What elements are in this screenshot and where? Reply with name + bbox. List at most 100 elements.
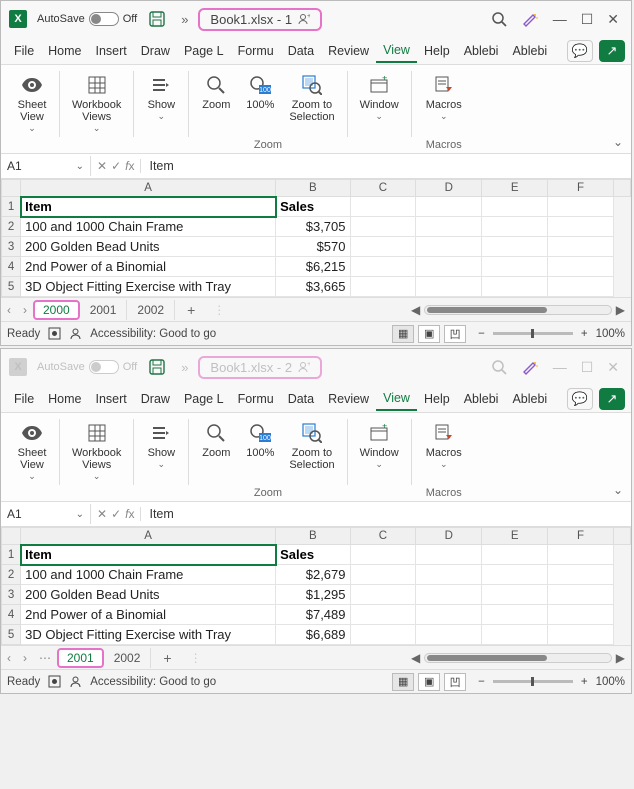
toggle-icon[interactable]: [89, 12, 119, 26]
menu-ablebi[interactable]: Ablebi: [457, 40, 506, 62]
select-all[interactable]: [2, 528, 21, 545]
scroll-left-icon[interactable]: ◀: [411, 303, 420, 317]
select-all[interactable]: [2, 180, 21, 197]
copilot-icon[interactable]: [521, 10, 539, 28]
cell-C2[interactable]: [350, 217, 416, 237]
accessibility-icon[interactable]: [69, 327, 82, 340]
sheet-view-button[interactable]: SheetView⌄: [13, 419, 51, 484]
col-header-C[interactable]: C: [350, 528, 416, 545]
fx-function-icon[interactable]: fx: [125, 507, 134, 521]
view-page-break-icon[interactable]: 凹: [444, 325, 466, 343]
row-header-4[interactable]: 4: [2, 257, 21, 277]
zoom-out-icon[interactable]: −: [474, 676, 489, 688]
menu-view[interactable]: View: [376, 387, 417, 411]
view-page-layout-icon[interactable]: ▣: [418, 673, 440, 691]
fx-accept-icon[interactable]: ✓: [111, 159, 121, 173]
zoom-percent[interactable]: 100%: [596, 328, 625, 340]
menu-file[interactable]: File: [7, 40, 41, 62]
menu-formu[interactable]: Formu: [231, 40, 281, 62]
window-button[interactable]: +Window⌄: [356, 71, 403, 124]
cell-F1[interactable]: [548, 197, 614, 217]
copilot-icon[interactable]: [521, 358, 539, 376]
workbook-views-button[interactable]: WorkbookViews⌄: [68, 419, 125, 484]
share-button[interactable]: ↗: [599, 40, 625, 62]
cell-A4[interactable]: 2nd Power of a Binomial: [21, 605, 276, 625]
row-header-2[interactable]: 2: [2, 217, 21, 237]
search-icon[interactable]: [492, 360, 507, 375]
col-header-E[interactable]: E: [482, 180, 548, 197]
col-header-F[interactable]: F: [548, 180, 614, 197]
row-header-3[interactable]: 3: [2, 237, 21, 257]
cell-D5[interactable]: [416, 625, 482, 645]
name-box[interactable]: A1⌄: [1, 156, 91, 176]
cell-B3[interactable]: $570: [276, 237, 350, 257]
macros-button[interactable]: Macros⌄: [422, 71, 466, 124]
macro-record-icon[interactable]: [48, 675, 61, 688]
formula-bar[interactable]: Item: [141, 504, 631, 524]
maximize-icon[interactable]: ☐: [581, 11, 594, 28]
collapse-ribbon-icon[interactable]: ⌄: [613, 483, 623, 497]
cell-D3[interactable]: [416, 585, 482, 605]
macros-button[interactable]: Macros⌄: [422, 419, 466, 472]
tab-nav-next-icon[interactable]: ›: [17, 303, 33, 317]
cell-A3[interactable]: 200 Golden Bead Units: [21, 585, 276, 605]
close-icon[interactable]: ✕: [607, 11, 619, 28]
cell-A3[interactable]: 200 Golden Bead Units: [21, 237, 276, 257]
row-header-2[interactable]: 2: [2, 565, 21, 585]
col-header-C[interactable]: C: [350, 180, 416, 197]
cell-D2[interactable]: [416, 565, 482, 585]
cell-E4[interactable]: [482, 257, 548, 277]
col-header-E[interactable]: E: [482, 528, 548, 545]
row-header-5[interactable]: 5: [2, 625, 21, 645]
cell-E2[interactable]: [482, 217, 548, 237]
horizontal-scrollbar[interactable]: ◀ ▶: [411, 303, 631, 317]
formula-bar[interactable]: Item: [141, 156, 631, 176]
cell-C1[interactable]: [350, 545, 416, 565]
sheet-tab-2000[interactable]: 2000: [33, 300, 80, 320]
cell-A2[interactable]: 100 and 1000 Chain Frame: [21, 565, 276, 585]
cell-E1[interactable]: [482, 197, 548, 217]
scroll-right-icon[interactable]: ▶: [616, 651, 625, 665]
zoom-in-icon[interactable]: +: [577, 676, 592, 688]
col-header-D[interactable]: D: [416, 528, 482, 545]
comments-button[interactable]: 💬: [567, 388, 593, 410]
view-page-break-icon[interactable]: 凹: [444, 673, 466, 691]
cell-D2[interactable]: [416, 217, 482, 237]
worksheet-grid[interactable]: ABCDEF 1 Item Sales 2 100 and 1000 Chain…: [1, 179, 631, 297]
cell-E5[interactable]: [482, 277, 548, 297]
cell-D4[interactable]: [416, 605, 482, 625]
scroll-right-icon[interactable]: ▶: [616, 303, 625, 317]
close-icon[interactable]: ✕: [607, 359, 619, 376]
cell-D3[interactable]: [416, 237, 482, 257]
show-button[interactable]: Show⌄: [142, 71, 180, 124]
save-icon[interactable]: [143, 7, 171, 31]
qat-overflow-icon[interactable]: »: [177, 12, 192, 27]
menu-data[interactable]: Data: [281, 388, 321, 410]
zoom-to-selection-button[interactable]: Zoom toSelection: [285, 71, 338, 125]
share-button[interactable]: ↗: [599, 388, 625, 410]
menu-page l[interactable]: Page L: [177, 388, 231, 410]
row-header-4[interactable]: 4: [2, 605, 21, 625]
new-sheet-icon[interactable]: +: [175, 302, 207, 318]
workbook-views-button[interactable]: WorkbookViews⌄: [68, 71, 125, 136]
zoom-slider[interactable]: − + 100%: [474, 328, 625, 340]
cell-C5[interactable]: [350, 277, 416, 297]
tab-nav-prev-icon[interactable]: ‹: [1, 303, 17, 317]
menu-view[interactable]: View: [376, 39, 417, 63]
cell-A1[interactable]: Item: [21, 545, 276, 565]
menu-data[interactable]: Data: [281, 40, 321, 62]
worksheet-grid[interactable]: ABCDEF 1 Item Sales 2 100 and 1000 Chain…: [1, 527, 631, 645]
sheet-tab-2001[interactable]: 2001: [57, 648, 104, 668]
cell-C4[interactable]: [350, 257, 416, 277]
cell-F3[interactable]: [548, 585, 614, 605]
row-header-1[interactable]: 1: [2, 545, 21, 565]
zoom-in-icon[interactable]: +: [577, 328, 592, 340]
name-box[interactable]: A1⌄: [1, 504, 91, 524]
col-header-D[interactable]: D: [416, 180, 482, 197]
cell-E3[interactable]: [482, 237, 548, 257]
cell-B1[interactable]: Sales: [276, 545, 350, 565]
tab-overflow-icon[interactable]: ⋯: [33, 651, 57, 665]
sheet-tab-2001[interactable]: 2001: [80, 300, 128, 320]
menu-file[interactable]: File: [7, 388, 41, 410]
autosave-toggle[interactable]: AutoSave Off: [37, 12, 137, 26]
